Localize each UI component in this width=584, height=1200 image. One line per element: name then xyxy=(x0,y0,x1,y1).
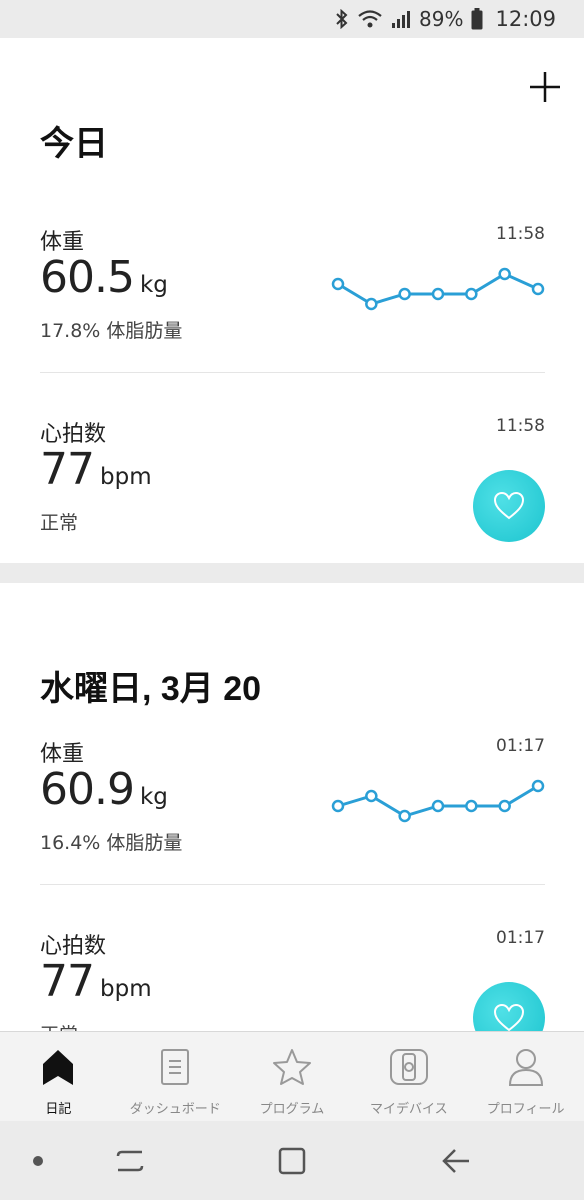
heart-rate-entry[interactable]: 心拍数 01:17 77bpm 正常 xyxy=(40,928,545,1031)
body-fat-text: 16.4% 体脂肪量 xyxy=(40,832,183,854)
trend-point xyxy=(498,799,511,813)
value-number: 77 xyxy=(40,956,95,1007)
nav-my-device[interactable]: マイデバイス xyxy=(350,1032,467,1121)
home-icon xyxy=(41,1046,75,1088)
measure-heart-button[interactable] xyxy=(473,470,545,542)
heart-rate-status: 正常 xyxy=(40,512,79,534)
weight-value: 60.9 kg xyxy=(40,764,168,815)
nav-label: 日記 xyxy=(45,1102,72,1117)
heart-icon xyxy=(493,491,525,520)
heart-rate-entry[interactable]: 心拍数 11:58 77 bpm 正常 xyxy=(40,416,545,576)
bluetooth-icon xyxy=(335,9,349,29)
nav-label: プログラム xyxy=(259,1102,325,1117)
value-unit: kg xyxy=(139,272,168,298)
trend-point xyxy=(365,789,378,803)
trend-point xyxy=(331,277,345,291)
status-clock: 12:09 xyxy=(495,7,556,31)
trend-point xyxy=(465,799,478,813)
document-icon xyxy=(160,1046,190,1088)
body-fat-text: 17.8% 体脂肪量 xyxy=(40,320,183,342)
weight-entry[interactable]: 体重 01:17 60.9 kg 16.4% 体脂肪量 xyxy=(40,736,545,896)
weight-trend-chart xyxy=(331,779,545,823)
person-icon xyxy=(508,1046,544,1088)
trend-point xyxy=(365,297,378,311)
home-square-icon xyxy=(278,1147,306,1175)
value-unit: bpm xyxy=(100,976,152,1002)
heart-rate-value: 77 bpm xyxy=(40,444,152,495)
plus-icon xyxy=(530,72,560,102)
day-card-wednesday: 水曜日, 3月 20 体重 01:17 60.9 kg 16.4% 体脂肪量 心拍… xyxy=(0,583,584,1031)
wifi-icon xyxy=(357,9,383,29)
battery-icon xyxy=(471,8,483,30)
recent-apps-icon xyxy=(116,1150,144,1172)
day-title: 水曜日, 3月 20 xyxy=(40,670,262,708)
nav-label: マイデバイス xyxy=(369,1102,448,1117)
divider xyxy=(40,884,545,885)
add-button[interactable] xyxy=(524,66,566,108)
bottom-nav: 日記 ダッシュボード プログラム マイデバイス プロフィール xyxy=(0,1031,584,1121)
measure-heart-button[interactable] xyxy=(473,982,545,1031)
divider xyxy=(40,372,545,373)
weight-trend-chart xyxy=(331,267,545,311)
status-bar: 89% 12:09 xyxy=(0,0,584,38)
trend-point xyxy=(331,799,345,813)
nav-diary[interactable]: 日記 xyxy=(0,1032,117,1121)
nav-label: ダッシュボード xyxy=(129,1102,221,1117)
entry-time: 11:58 xyxy=(496,416,545,436)
nav-profile[interactable]: プロフィール xyxy=(467,1032,584,1121)
day-title: 今日 xyxy=(40,125,108,163)
value-number: 60.9 xyxy=(40,764,135,815)
diary-scroll[interactable]: 今日 体重 11:58 60.5 kg 17.8% 体脂肪量 心拍数 11:58 … xyxy=(0,38,584,1031)
entry-time: 01:17 xyxy=(496,736,545,756)
recent-apps-button[interactable] xyxy=(110,1143,150,1179)
back-button[interactable] xyxy=(436,1143,476,1179)
home-button[interactable] xyxy=(272,1143,312,1179)
entry-time: 01:17 xyxy=(496,928,545,948)
weight-value: 60.5 kg xyxy=(40,252,168,303)
value-unit: bpm xyxy=(100,464,152,490)
day-card-today: 今日 体重 11:58 60.5 kg 17.8% 体脂肪量 心拍数 11:58 … xyxy=(0,38,584,563)
battery-percent: 89% xyxy=(419,7,464,31)
trend-point xyxy=(398,809,411,823)
heart-rate-status: 正常 xyxy=(40,1020,78,1031)
signal-icon xyxy=(391,9,411,29)
heart-rate-value: 77 bpm xyxy=(40,956,152,1007)
trend-point xyxy=(531,282,545,296)
nav-label: プロフィール xyxy=(486,1102,565,1117)
nav-program[interactable]: プログラム xyxy=(234,1032,351,1121)
star-icon xyxy=(272,1046,312,1088)
value-number: 60.5 xyxy=(40,252,135,303)
trend-point xyxy=(431,799,445,813)
heart-icon xyxy=(493,1003,525,1031)
entry-time: 11:58 xyxy=(496,224,545,244)
back-arrow-icon xyxy=(442,1149,469,1173)
weight-entry[interactable]: 体重 11:58 60.5 kg 17.8% 体脂肪量 xyxy=(40,224,545,384)
watch-icon xyxy=(389,1046,429,1088)
trend-point xyxy=(398,287,411,301)
trend-point xyxy=(498,267,511,281)
nav-dashboard[interactable]: ダッシュボード xyxy=(117,1032,234,1121)
trend-point xyxy=(465,287,478,301)
trend-point xyxy=(431,287,445,301)
trend-point xyxy=(531,779,545,793)
value-number: 77 xyxy=(40,444,95,495)
dot-indicator xyxy=(18,1143,58,1179)
value-unit: kg xyxy=(139,784,168,810)
system-nav-bar xyxy=(0,1121,584,1200)
